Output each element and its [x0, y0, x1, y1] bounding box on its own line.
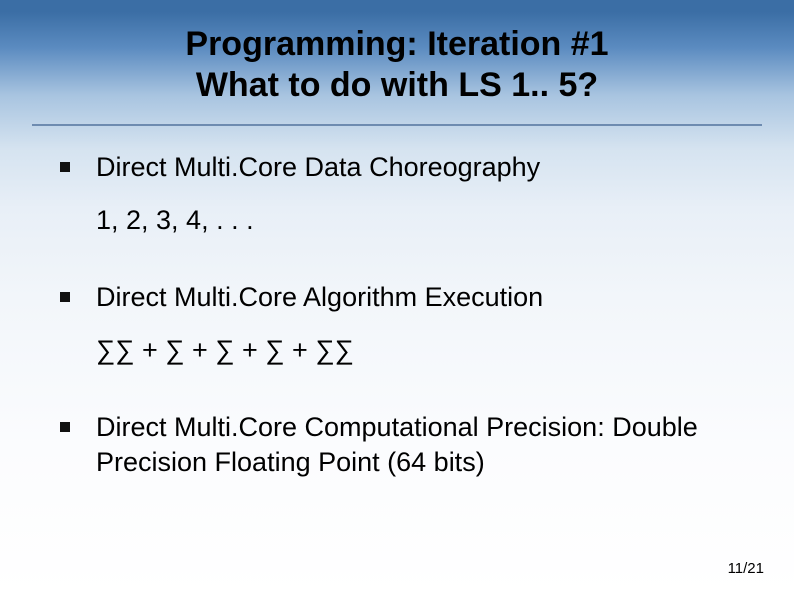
list-item: Direct Multi.Core Computational Precisio… — [60, 410, 744, 480]
list-item: Direct Multi.Core Algorithm Execution — [60, 280, 744, 315]
page-number: 11/21 — [728, 560, 764, 577]
bullet-icon — [60, 162, 70, 172]
slide-body: Direct Multi.Core Data Choreography 1, 2… — [0, 126, 794, 480]
title-underline — [32, 124, 762, 126]
bullet-icon — [60, 292, 70, 302]
bullet-text: Direct Multi.Core Algorithm Execution — [96, 280, 543, 315]
slide: Programming: Iteration #1 What to do wit… — [0, 0, 794, 595]
bullet-text: Direct Multi.Core Computational Precisio… — [96, 410, 744, 480]
list-item: Direct Multi.Core Data Choreography — [60, 150, 744, 185]
title-line-2: What to do with LS 1.. 5? — [0, 65, 794, 106]
title-line-1: Programming: Iteration #1 — [0, 24, 794, 65]
bullet-icon — [60, 422, 70, 432]
bullet-subtext: ∑∑ + ∑ + ∑ + ∑ + ∑∑ — [96, 335, 744, 366]
bullet-subtext: 1, 2, 3, 4, . . . — [96, 205, 744, 236]
bullet-text: Direct Multi.Core Data Choreography — [96, 150, 540, 185]
slide-title: Programming: Iteration #1 What to do wit… — [0, 0, 794, 116]
